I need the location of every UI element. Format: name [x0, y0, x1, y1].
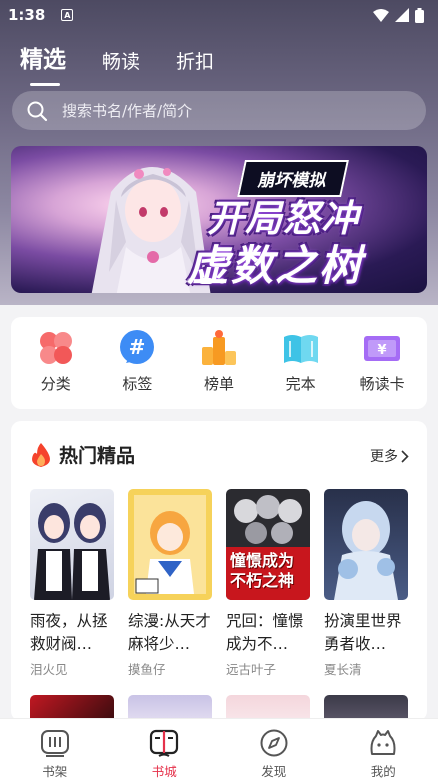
ranking-icon [201, 330, 236, 365]
bookshelf-icon [40, 730, 69, 757]
hot-books-row: 雨夜，从拯救财阀… 泪火见 综漫:从天才麻将少… 摸鱼仔 憧憬成为不朽之神 咒回… [30, 489, 408, 678]
category-shortcuts: 分类 # 标签 榜单 完本 ¥ 畅读卡 [11, 317, 427, 409]
nav-label: 发现 [261, 764, 287, 779]
fire-icon [32, 442, 50, 467]
hot-picks-section: 热门精品 更多 雨夜，从拯救财阀… 泪火见 综漫:从天才麻将少… 摸鱼仔 憧憬成… [11, 421, 427, 721]
nav-label: 书架 [42, 764, 68, 779]
nav-label: 书城 [151, 764, 177, 779]
status-bar: 1:38 A [0, 0, 438, 30]
open-book-icon [283, 335, 318, 363]
clover-icon [39, 332, 72, 364]
notification-icon: A [61, 9, 74, 21]
book-title: 咒回：憧憬成为不… [226, 612, 304, 653]
book-cover [30, 489, 114, 600]
carousel-dots [187, 278, 225, 284]
category-label: 分类 [40, 375, 71, 393]
hot-picks-title: 热门精品 [59, 445, 136, 467]
yen-ticket-icon: ¥ [364, 336, 401, 361]
battery-icon [415, 7, 424, 23]
profile-icon [370, 730, 396, 755]
book-cover [128, 489, 212, 600]
book-cover-title: 憧憬成为不朽之神 [230, 551, 295, 590]
book-author: 泪火见 [30, 662, 68, 677]
nav-discover[interactable]: 发现 [239, 728, 309, 780]
hot-picks-header: 热门精品 [29, 441, 135, 468]
nav-profile[interactable]: 我的 [348, 728, 418, 780]
book-title: 扮演里世界勇者收… [324, 612, 402, 653]
bottom-navigation: 书架 书城 发现 我的 [0, 718, 438, 780]
category-rankings[interactable]: 榜单 [183, 329, 255, 409]
category-label: 榜单 [203, 375, 234, 393]
category-completed[interactable]: 完本 [265, 329, 337, 409]
book-card[interactable]: 雨夜，从拯救财阀… 泪火见 [30, 489, 114, 678]
nav-bookstore[interactable]: 书城 [129, 728, 199, 780]
book-author: 远古叶子 [226, 662, 277, 677]
book-author: 摸鱼仔 [128, 662, 166, 677]
signal-icon [395, 8, 409, 22]
top-tabs: 精选 畅读 折扣 [20, 40, 214, 86]
tab-free-read[interactable]: 畅读 [102, 47, 140, 74]
promo-banner[interactable]: 崩坏模拟 开局怒冲 虚数之树 [11, 146, 427, 293]
status-time: 1:38 [8, 6, 46, 24]
book-card[interactable]: 扮演里世界勇者收… 夏长清 [324, 489, 408, 678]
nav-label: 我的 [370, 764, 396, 779]
carousel-dot[interactable] [219, 278, 225, 284]
book-cover: 憧憬成为不朽之神 [226, 489, 310, 600]
svg-text:¥: ¥ [378, 343, 387, 358]
category-reading-card[interactable]: ¥ 畅读卡 [346, 329, 418, 409]
bookstore-icon [150, 729, 179, 757]
carousel-dot-active[interactable] [199, 278, 213, 284]
book-title: 雨夜，从拯救财阀… [30, 612, 108, 653]
wifi-icon [373, 8, 389, 22]
tab-featured[interactable]: 精选 [20, 40, 66, 86]
book-author: 夏长清 [324, 662, 362, 677]
book-card[interactable]: 憧憬成为不朽之神 咒回：憧憬成为不… 远古叶子 [226, 489, 310, 678]
book-title: 综漫:从天才麻将少… [128, 612, 211, 653]
chevron-right-icon [401, 449, 409, 463]
svg-text:#: # [129, 335, 146, 359]
category-tags[interactable]: # 标签 [101, 329, 173, 409]
search-bar[interactable] [12, 91, 426, 130]
category-label: 完本 [285, 375, 316, 393]
carousel-dot[interactable] [187, 278, 193, 284]
compass-icon [260, 729, 288, 757]
book-cover [324, 489, 408, 600]
nav-bookshelf[interactable]: 书架 [20, 728, 90, 780]
category-classification[interactable]: 分类 [20, 329, 92, 409]
hashtag-icon: # [120, 330, 155, 364]
status-icons [373, 7, 424, 23]
tab-discount[interactable]: 折扣 [176, 47, 214, 74]
category-label: 标签 [122, 375, 153, 393]
book-card[interactable]: 综漫:从天才麻将少… 摸鱼仔 [128, 489, 212, 678]
more-label: 更多 [370, 449, 398, 465]
more-link[interactable]: 更多 [370, 446, 409, 466]
category-label: 畅读卡 [359, 375, 405, 393]
search-icon [27, 101, 48, 121]
search-input[interactable] [62, 101, 382, 120]
